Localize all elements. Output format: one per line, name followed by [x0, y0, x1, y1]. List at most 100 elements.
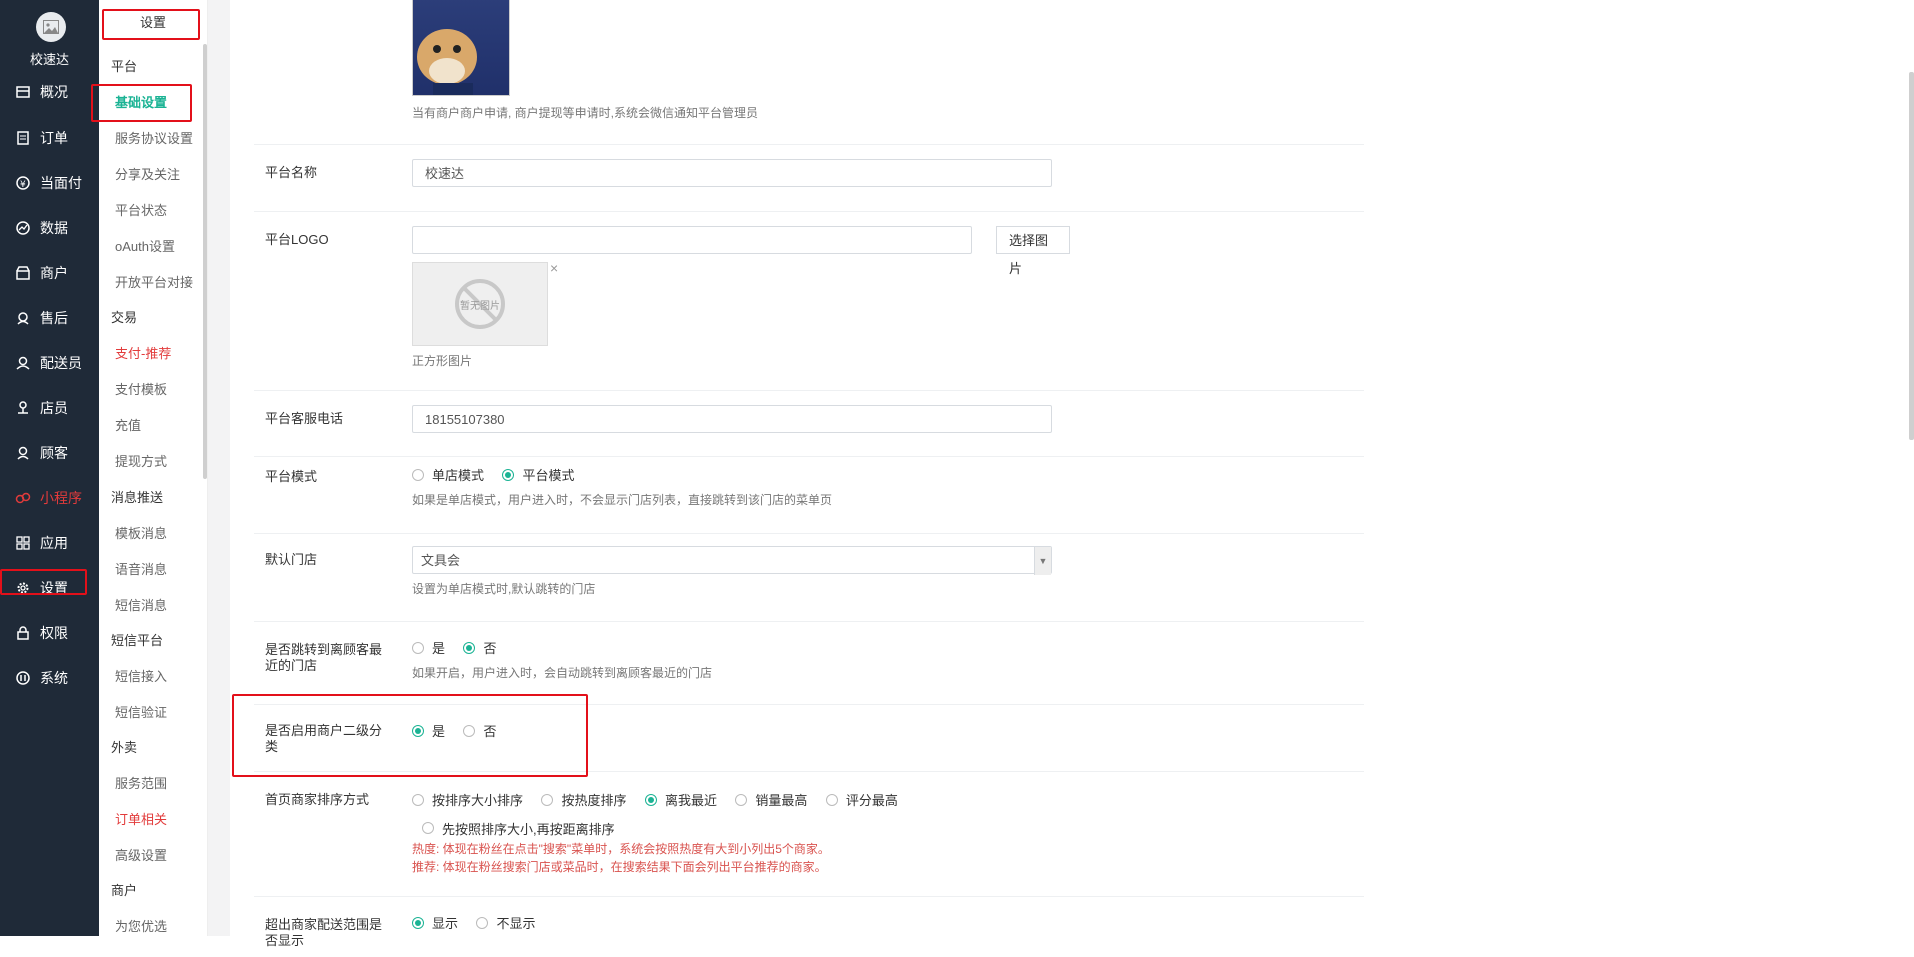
no-image-text: 暂无图片 — [460, 301, 500, 312]
nearest-yes-radio[interactable]: 是 — [412, 638, 445, 657]
subnav-item-order-related[interactable]: 订单相关 — [115, 809, 167, 828]
nav-item-facepay[interactable]: ¥ 当面付 — [14, 171, 82, 195]
nav-item-system[interactable]: 系统 — [14, 666, 68, 690]
nav-label: 配送员 — [40, 355, 82, 371]
subnav-item-sms-access[interactable]: 短信接入 — [115, 666, 167, 685]
nav-label: 概况 — [40, 84, 68, 100]
mode-label: 平台模式 — [265, 469, 318, 484]
main-nav: 校速达 概况 订单 ¥ 当面付 数据 商户 售后 配送员 店员 顾客 小程序 应… — [0, 0, 99, 936]
nav-label: 权限 — [40, 625, 68, 641]
nav-label: 店员 — [40, 400, 68, 416]
platform-name-row: 平台名称 校速达 — [254, 145, 1364, 212]
subnav-item-sms-verify[interactable]: 短信验证 — [115, 702, 167, 721]
admin-avatar-image[interactable] — [412, 0, 510, 96]
page-scrollbar[interactable] — [1909, 72, 1914, 440]
clerk-icon — [14, 399, 32, 417]
nav-item-permission[interactable]: 权限 — [14, 621, 68, 645]
logo-help-text: 正方形图片 — [412, 354, 473, 368]
settings-subnav: 设置 平台 基础设置 服务协议设置 分享及关注 平台状态 oAuth设置 开放平… — [99, 0, 208, 936]
default-store-row: 默认门店 文具会 ▼ 设置为单店模式时,默认跳转的门店 — [254, 534, 1364, 622]
customer-icon — [14, 444, 32, 462]
subnav-group-sms: 短信平台 — [111, 633, 164, 648]
order-icon — [14, 129, 32, 147]
default-store-help: 设置为单店模式时,默认跳转的门店 — [412, 582, 596, 596]
platform-logo-input[interactable] — [412, 226, 972, 254]
sort-option-radio[interactable]: 按热度排序 — [541, 790, 626, 809]
logo-preview: 暂无图片 — [412, 262, 548, 346]
nav-item-courier[interactable]: 配送员 — [14, 351, 82, 375]
subnav-item-status[interactable]: 平台状态 — [115, 200, 167, 219]
subnav-item-agreement[interactable]: 服务协议设置 — [115, 128, 193, 147]
sort-option-radio[interactable]: 评分最高 — [825, 790, 898, 809]
default-store-value: 文具会 — [421, 553, 461, 568]
out-of-range-row: 超出商家配送范围是否显示 显示 不显示 — [254, 897, 1364, 957]
nav-label: 当面付 — [40, 175, 82, 191]
remove-logo-icon[interactable]: × — [550, 260, 558, 276]
subnav-item-pay-template[interactable]: 支付模板 — [115, 379, 167, 398]
nav-item-merchant[interactable]: 商户 — [14, 261, 68, 285]
nearest-help-text: 如果开启，用户进入时，会自动跳转到离顾客最近的门店 — [412, 666, 713, 680]
out-of-range-hide-radio[interactable]: 不显示 — [476, 913, 535, 932]
subnav-item-oauth[interactable]: oAuth设置 — [115, 236, 175, 255]
mode-row: 平台模式 单店模式 平台模式 如果是单店模式，用户进入时，不会显示门店列表，直接… — [254, 457, 1364, 534]
sort-option-radio[interactable]: 离我最近 — [644, 790, 717, 809]
chart-icon — [14, 219, 32, 237]
nav-label: 系统 — [40, 670, 68, 686]
nav-item-overview[interactable]: 概况 — [14, 80, 68, 104]
store-icon — [14, 264, 32, 282]
avatar[interactable] — [36, 12, 66, 42]
mode-platform-radio[interactable]: 平台模式 — [502, 465, 574, 484]
nav-item-customer[interactable]: 顾客 — [14, 441, 68, 465]
sort-label: 首页商家排序方式 — [265, 792, 370, 807]
subnav-group-platform: 平台 — [111, 59, 138, 74]
yuan-icon: ¥ — [14, 174, 32, 192]
out-of-range-label: 超出商家配送范围是否显示 — [265, 917, 383, 948]
platform-name-input[interactable]: 校速达 — [412, 159, 1052, 187]
image-placeholder-icon — [43, 20, 59, 34]
subnav-item-withdraw[interactable]: 提现方式 — [115, 451, 167, 470]
subnav-item-advanced[interactable]: 高级设置 — [115, 845, 167, 864]
subnav-item-service-range[interactable]: 服务范围 — [115, 773, 167, 792]
phone-input[interactable]: 18155107380 — [412, 405, 1052, 433]
sort-option-radio[interactable]: 按排序大小排序 — [412, 790, 523, 809]
highlight-box-basic-settings — [91, 84, 192, 122]
nearest-label: 是否跳转到离顾客最近的门店 — [265, 642, 383, 673]
nav-item-order[interactable]: 订单 — [14, 126, 68, 150]
nearest-no-radio[interactable]: 否 — [463, 638, 496, 657]
platform-logo-label: 平台LOGO — [265, 232, 329, 247]
subnav-group-message: 消息推送 — [111, 490, 164, 505]
nav-item-data[interactable]: 数据 — [14, 216, 68, 240]
subnav-item-sms-msg[interactable]: 短信消息 — [115, 595, 167, 614]
nav-label: 应用 — [40, 535, 68, 551]
admin-row: 当有商户商户申请, 商户提现等申请时,系统会微信通知平台管理员 — [254, 0, 1364, 145]
nav-item-aftersale[interactable]: 售后 — [14, 306, 68, 330]
subnav-item-voice-msg[interactable]: 语音消息 — [115, 559, 167, 578]
subnav-item-recharge[interactable]: 充值 — [115, 415, 141, 434]
chevron-down-icon[interactable]: ▼ — [1034, 547, 1051, 575]
sort-option-radio[interactable]: 先按照排序大小,再按距离排序 — [422, 819, 615, 838]
sort-option-radio[interactable]: 销量最高 — [735, 790, 807, 809]
nav-item-apps[interactable]: 应用 — [14, 531, 68, 555]
service-icon — [14, 309, 32, 327]
nav-label: 数据 — [40, 220, 68, 236]
nav-item-clerk[interactable]: 店员 — [14, 396, 68, 420]
courier-icon — [14, 354, 32, 372]
subnav-item-openplatform[interactable]: 开放平台对接 — [115, 272, 193, 291]
mode-single-radio[interactable]: 单店模式 — [412, 465, 484, 484]
subnav-scrollbar[interactable] — [203, 44, 207, 479]
default-store-select[interactable]: 文具会 ▼ — [412, 546, 1052, 575]
nav-item-miniprogram[interactable]: 小程序 — [14, 486, 82, 510]
nav-label: 商户 — [40, 265, 68, 281]
svg-text:¥: ¥ — [20, 180, 26, 190]
nav-label: 订单 — [40, 130, 68, 146]
platform-logo-row: 平台LOGO 选择图片 暂无图片 × 正方形图片 — [254, 212, 1364, 391]
highlight-box-secondary-category — [232, 694, 588, 777]
choose-image-button[interactable]: 选择图片 — [996, 226, 1070, 276]
subnav-item-recommend[interactable]: 为您优选 — [115, 916, 167, 935]
out-of-range-show-radio[interactable]: 显示 — [412, 913, 458, 932]
subnav-item-share[interactable]: 分享及关注 — [115, 164, 180, 183]
out-of-range-radio-group: 显示 不显示 — [412, 913, 549, 934]
nearest-radio-group: 是 否 — [412, 638, 510, 659]
subnav-item-template-msg[interactable]: 模板消息 — [115, 523, 167, 542]
subnav-item-pay-recommend[interactable]: 支付-推荐 — [115, 343, 171, 362]
